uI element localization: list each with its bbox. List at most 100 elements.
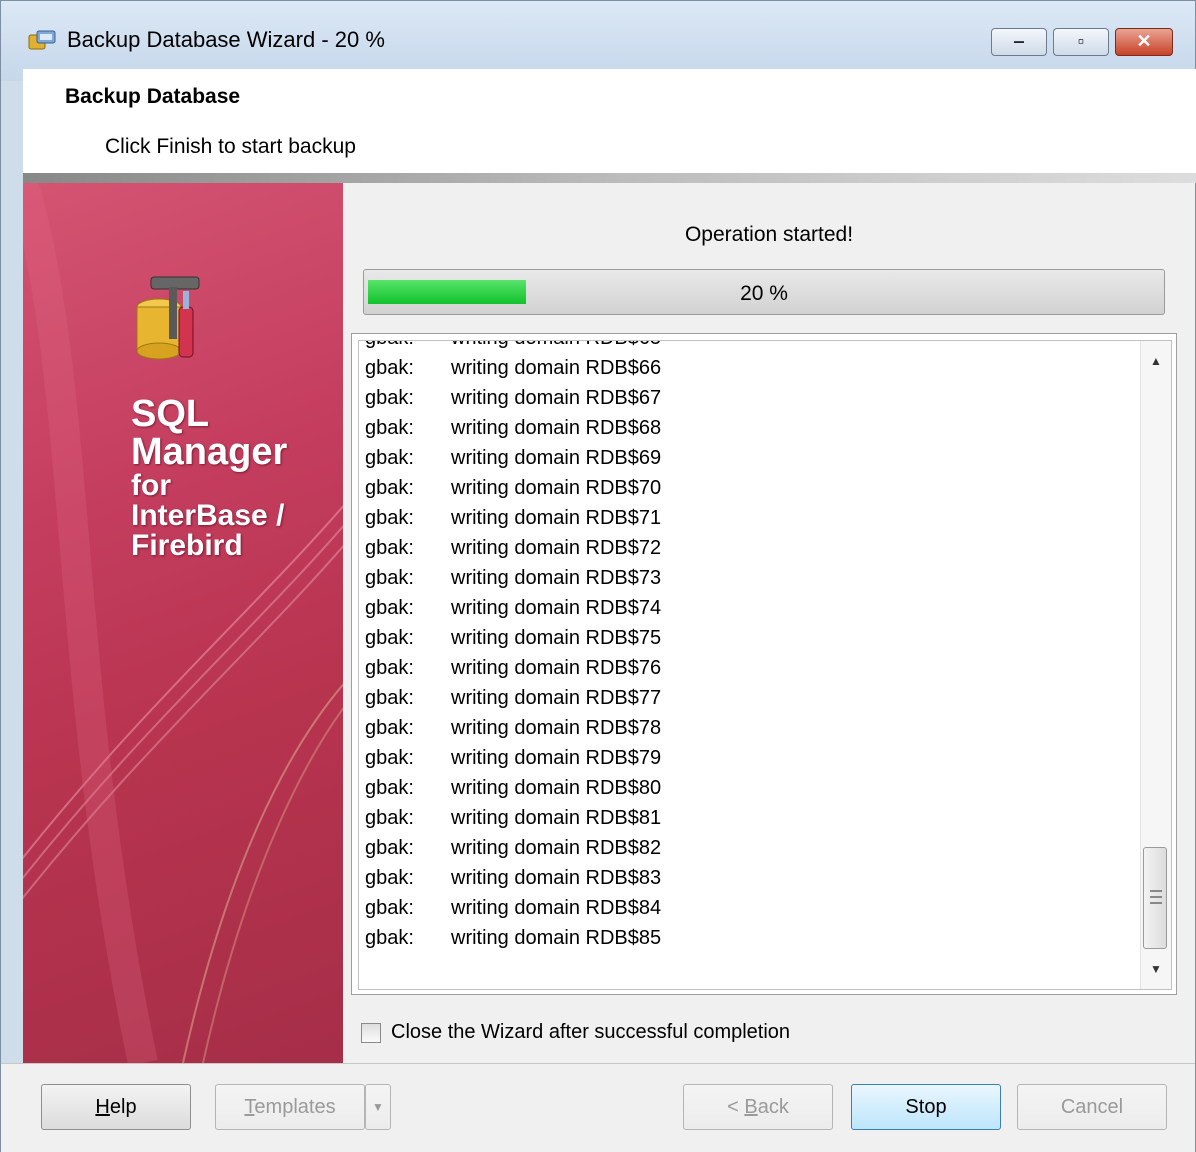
database-tools-icon (136, 276, 200, 360)
log-line: gbak: writing domain RDB$81 (365, 807, 661, 837)
close-wizard-checkbox[interactable] (361, 1023, 381, 1043)
product-name: SQL Manager for InterBase / Firebird (131, 395, 287, 561)
log-message: writing domain RDB$68 (451, 417, 662, 439)
log-message: writing domain RDB$65 (451, 341, 661, 349)
log-scrollbar[interactable]: ▲ ▼ (1140, 341, 1171, 989)
minimize-button[interactable]: ‒ (991, 28, 1047, 56)
log-message: writing domain RDB$81 (451, 807, 662, 829)
log-line: gbak: writing domain RDB$75 (365, 627, 661, 657)
log-message: writing domain RDB$72 (451, 537, 662, 559)
page-subtitle: Click Finish to start backup (105, 135, 356, 158)
log-source: gbak: (365, 357, 414, 379)
log-source: gbak: (365, 657, 414, 679)
app-icon (28, 30, 56, 50)
log-line: gbak: writing domain RDB$80 (365, 777, 661, 807)
log-message: writing domain RDB$76 (451, 657, 662, 679)
log-line: gbak: writing domain RDB$84 (365, 897, 661, 927)
log-message: writing domain RDB$71 (451, 507, 662, 529)
log-message: writing domain RDB$74 (451, 597, 662, 619)
log-message: writing domain RDB$66 (451, 357, 662, 379)
button-bar: Help Templates ▼ < Back Stop Cancel (1, 1063, 1195, 1152)
log-message: writing domain RDB$82 (451, 837, 662, 859)
log-source: gbak: (365, 387, 414, 409)
log-message: writing domain RDB$69 (451, 447, 662, 469)
log-line: gbak: writing domain RDB$79 (365, 747, 661, 777)
log-source: gbak: (365, 807, 414, 829)
log-list[interactable]: gbak:writing domain RDB$65gbak:writing d… (358, 340, 1172, 990)
product-line-3: for (131, 469, 171, 502)
log-source: gbak: (365, 537, 414, 559)
log-line: gbak: writing domain RDB$83 (365, 867, 661, 897)
log-source: gbak: (365, 747, 414, 769)
log-line: gbak: writing domain RDB$71 (365, 507, 661, 537)
log-source: gbak: (365, 687, 414, 709)
templates-dropdown-button[interactable]: ▼ (365, 1084, 391, 1130)
log-line: gbak: writing domain RDB$68 (365, 417, 661, 447)
page-title: Backup Database (65, 85, 241, 108)
log-message: writing domain RDB$67 (451, 387, 662, 409)
close-wizard-label[interactable]: Close the Wizard after successful comple… (391, 1021, 790, 1044)
maximize-button[interactable]: ▫ (1053, 28, 1109, 56)
header-divider (23, 173, 1196, 183)
log-source: gbak: (365, 897, 414, 919)
product-line-2: Manager (131, 431, 288, 473)
log-line: gbak: writing domain RDB$72 (365, 537, 661, 567)
log-source: gbak: (365, 777, 414, 799)
log-line: gbak: writing domain RDB$69 (365, 447, 661, 477)
back-button[interactable]: < Back (683, 1084, 833, 1130)
log-message: writing domain RDB$73 (451, 567, 662, 589)
log-line: gbak: writing domain RDB$77 (365, 687, 661, 717)
log-source: gbak: (365, 627, 414, 649)
log-source: gbak: (365, 341, 451, 350)
wizard-header: Backup Database Click Finish to start ba… (23, 69, 1196, 181)
log-message: writing domain RDB$79 (451, 747, 662, 769)
scroll-down-icon[interactable]: ▼ (1141, 955, 1171, 983)
log-source: gbak: (365, 417, 414, 439)
grip-icon (1150, 890, 1162, 904)
log-lines: gbak:writing domain RDB$65gbak:writing d… (365, 341, 661, 957)
log-message: writing domain RDB$77 (451, 687, 662, 709)
log-line: gbak: writing domain RDB$73 (365, 567, 661, 597)
log-line: gbak:writing domain RDB$65 (365, 341, 661, 357)
log-message: writing domain RDB$84 (451, 897, 662, 919)
cancel-button[interactable]: Cancel (1017, 1084, 1167, 1130)
log-message: writing domain RDB$85 (451, 927, 662, 949)
sidebar-banner: SQL Manager for InterBase / Firebird (23, 183, 343, 1063)
log-line: gbak: writing domain RDB$67 (365, 387, 661, 417)
wizard-content: Operation started! 20 % gbak: writing dom… (343, 183, 1195, 1063)
log-line: gbak: writing domain RDB$76 (365, 657, 661, 687)
progress-bar: 20 % (363, 269, 1165, 315)
product-line-5: Firebird (131, 529, 243, 562)
progress-label: 20 % (740, 282, 788, 305)
minimize-icon: ‒ (1013, 31, 1024, 51)
log-message: writing domain RDB$83 (451, 867, 662, 889)
log-source: gbak: (365, 837, 414, 859)
stop-button[interactable]: Stop (851, 1084, 1001, 1130)
log-line: gbak: writing domain RDB$74 (365, 597, 661, 627)
chevron-down-icon: ▼ (372, 1100, 384, 1114)
log-source: gbak: (365, 927, 414, 949)
help-button[interactable]: Help (41, 1084, 191, 1130)
log-source: gbak: (365, 447, 414, 469)
product-line-4: InterBase / (131, 499, 285, 532)
log-line: gbak: writing domain RDB$78 (365, 717, 661, 747)
log-line: gbak: writing domain RDB$70 (365, 477, 661, 507)
product-line-1: SQL (131, 393, 210, 435)
templates-button[interactable]: Templates (215, 1084, 365, 1130)
window-title: Backup Database Wizard - 20 % (67, 27, 385, 52)
scroll-up-icon[interactable]: ▲ (1141, 347, 1171, 375)
log-message: writing domain RDB$75 (451, 627, 662, 649)
log-message: writing domain RDB$70 (451, 477, 662, 499)
log-source: gbak: (365, 867, 414, 889)
log-source: gbak: (365, 597, 414, 619)
close-button[interactable]: ✕ (1115, 28, 1173, 56)
log-line: gbak: writing domain RDB$85 (365, 927, 661, 957)
log-source: gbak: (365, 477, 414, 499)
log-message: writing domain RDB$80 (451, 777, 662, 799)
log-line: gbak: writing domain RDB$66 (365, 357, 661, 387)
log-line: gbak: writing domain RDB$82 (365, 837, 661, 867)
scroll-thumb[interactable] (1143, 847, 1167, 949)
maximize-icon: ▫ (1077, 31, 1085, 51)
log-panel: gbak:writing domain RDB$65gbak:writing d… (351, 333, 1177, 995)
log-message: writing domain RDB$78 (451, 717, 662, 739)
